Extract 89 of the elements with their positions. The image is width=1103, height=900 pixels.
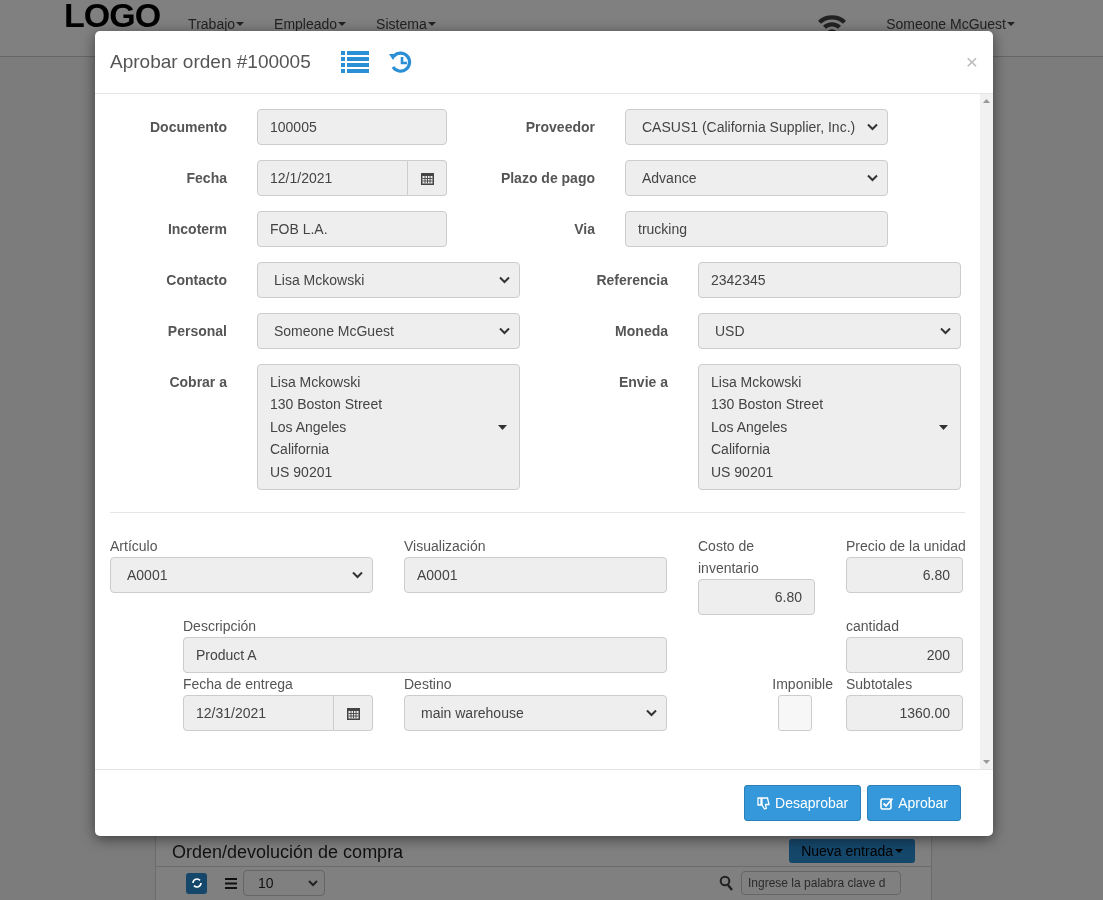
field-label: Visualización [404,537,487,556]
thumbs-down-icon [757,796,771,810]
calendar-button[interactable] [334,695,373,731]
field-label: Via [573,220,595,239]
field-label: Documento [149,118,227,137]
number-field[interactable]: 1360.00 [846,695,963,731]
nav-menu[interactable]: Sistema [376,16,436,32]
refresh-button[interactable] [186,872,207,894]
select-field[interactable]: Advance [625,160,888,196]
chevron-icon [352,571,363,579]
nav-menu[interactable]: Trabajo [188,16,245,32]
field-label: Personal [166,322,227,341]
number-field[interactable]: 6.80 [846,557,963,593]
select-field[interactable]: A0001 [110,557,373,593]
address-line: 130 Boston Street [270,395,383,415]
scroll-down-icon [983,760,990,764]
text-field[interactable]: FOB L.A. [257,211,447,247]
select-field[interactable]: USD [698,313,961,349]
chevron-icon [940,327,951,335]
select-field[interactable]: Lisa Mckowski [257,262,520,298]
field-label: Referencia [595,271,668,290]
date-field[interactable]: 12/1/2021 [257,160,408,196]
address-line: California [270,440,331,460]
search-icon [719,875,733,891]
dialog-title: Aprobar orden #100005 [110,51,311,73]
chevron-icon [499,327,510,335]
select-field[interactable]: main warehouse [404,695,667,731]
history-icon[interactable] [387,50,414,74]
field-label: Subtotales [846,675,914,694]
caret-icon [939,424,948,430]
checkbox[interactable] [778,695,812,731]
chevron-icon [867,174,878,182]
field-label: Precio de la unidad [846,537,963,556]
scrollbar[interactable] [980,94,993,769]
search-field[interactable]: Ingrese la palabra clave d [741,871,901,895]
field-label: Plazo de pago [499,169,595,188]
field-label: Cobrar a [168,373,227,392]
address-line: California [711,440,772,460]
text-field[interactable]: 100005 [257,109,447,145]
field-label: cantidad [846,617,900,636]
calendar-icon [346,706,360,720]
address-line: Los Angeles [270,417,348,437]
page-title: Orden/devolución de compra [172,842,404,863]
text-field[interactable]: Product A [183,637,667,673]
address-line: Lisa Mckowski [711,373,803,392]
checkbox-icon [880,796,894,810]
calendar-button[interactable] [408,160,447,196]
field-label: Fecha [185,169,227,188]
address-line: Lisa Mckowski [270,373,362,392]
field-label: Destino [404,675,453,694]
user-menu[interactable]: Someone McGuest [886,16,1015,32]
page-size-select[interactable]: 10 [243,870,325,896]
text-field[interactable]: A0001 [404,557,667,593]
chevron-icon [499,276,510,284]
chevron-icon [308,879,318,887]
address-line: US 90201 [270,462,334,482]
field-label: Costo de inventario [698,537,760,578]
number-field[interactable]: 200 [846,637,963,673]
address-line: 130 Boston Street [711,395,824,415]
field-label: Artículo [110,537,159,556]
field-label: Proveedor [524,118,595,137]
caret-icon [498,424,507,430]
calendar-icon [420,171,434,185]
number-field[interactable]: 6.80 [698,579,815,615]
address-line: US 90201 [711,462,775,482]
field-label: Moneda [614,322,668,341]
field-label: Imponible [772,675,833,694]
date-field[interactable]: 12/31/2021 [183,695,334,731]
list-icon[interactable] [340,51,369,73]
wifi-icon [818,15,847,32]
field-label: Envie a [617,373,668,392]
text-field[interactable]: trucking [625,211,888,247]
select-field[interactable]: Someone McGuest [257,313,520,349]
list-icon [225,877,237,889]
field-label: Descripción [183,617,258,636]
scroll-up-icon [983,99,990,103]
nav-menu[interactable]: Empleado [274,16,347,32]
logo: LOGO [64,0,161,30]
text-field[interactable]: 2342345 [698,262,961,298]
field-label: Fecha de entrega [183,675,294,694]
select-field[interactable]: CASUS1 (California Supplier, Inc.) [625,109,888,145]
field-label: Contacto [165,271,227,290]
refresh-icon [190,877,203,889]
chevron-icon [646,709,657,717]
chevron-icon [867,123,878,131]
field-label: Incoterm [166,220,227,239]
address-line: Los Angeles [711,417,789,437]
address-select[interactable]: Lisa Mckowski 130 Boston Street Los Angeles California US 90201 [698,364,961,490]
address-select[interactable]: Lisa Mckowski 130 Boston Street Los Angeles California US 90201 [257,364,520,490]
